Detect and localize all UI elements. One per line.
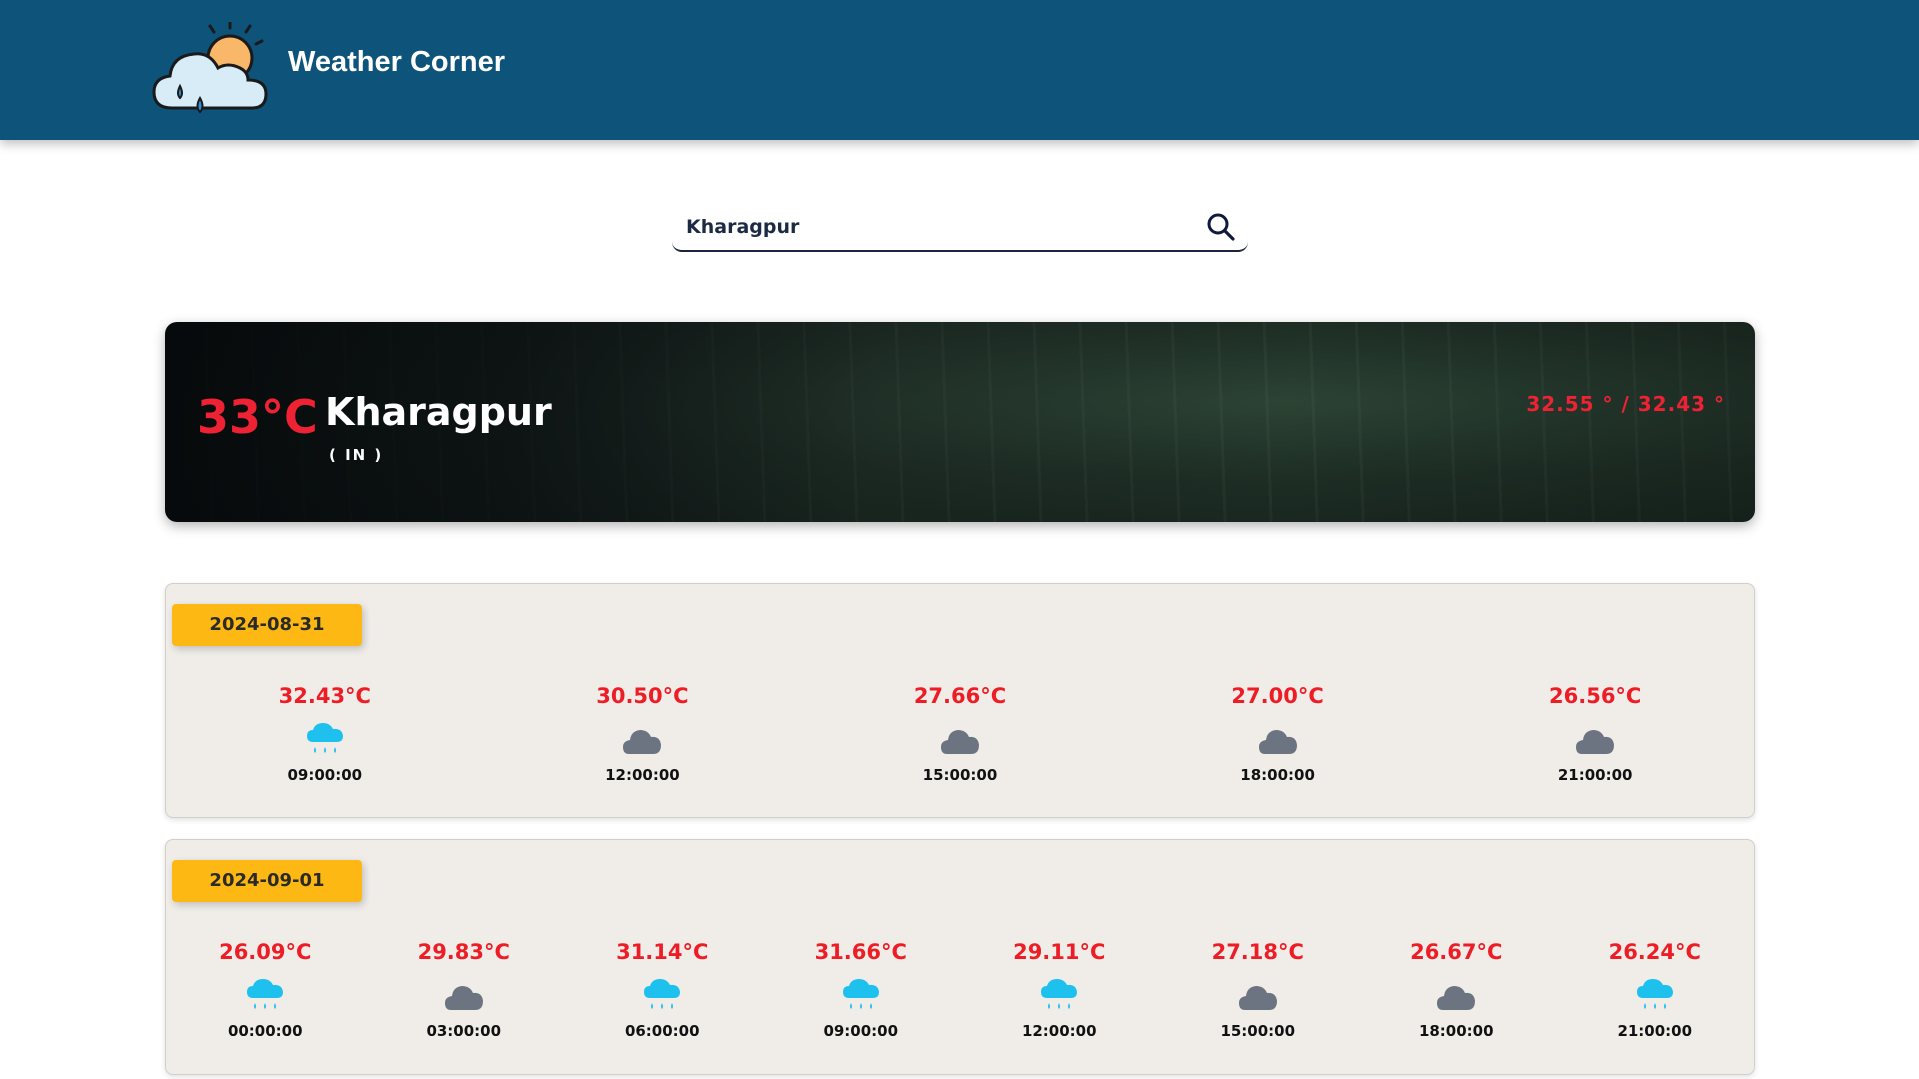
cloud-icon (1258, 730, 1297, 754)
slot-temperature: 27.66°C (913, 684, 1007, 708)
current-country: ( IN ) (329, 446, 384, 464)
forecast-slot: 32.43°C 09:00:00 (166, 684, 484, 784)
rain-cloud-icon (842, 979, 879, 1009)
slot-temperature: 26.09°C (219, 940, 312, 964)
app-title: Weather Corner (288, 46, 506, 78)
cloud-icon (623, 730, 662, 754)
cloud-icon (1238, 986, 1277, 1010)
slot-time: 00:00:00 (227, 1022, 303, 1040)
rain-cloud-icon (1041, 979, 1078, 1009)
cloud-icon (1437, 986, 1476, 1010)
cloud-sun-rain-icon (152, 22, 268, 114)
slot-temperature: 26.24°C (1608, 940, 1701, 964)
slot-temperature: 31.14°C (616, 940, 709, 964)
forecast-slots: 32.43°C 09:00:00 30.50°C 12:00:00 27.66°… (166, 684, 1754, 784)
slot-temperature: 31.66°C (814, 940, 907, 964)
forecast-slot: 31.14°C 06:00:00 (563, 940, 762, 1040)
slot-time: 06:00:00 (624, 1022, 700, 1040)
slot-temperature: 29.11°C (1013, 940, 1106, 964)
rain-cloud-icon (247, 979, 284, 1009)
forecast-slot: 26.09°C 00:00:00 (166, 940, 365, 1040)
forecast-slot: 27.66°C 15:00:00 (801, 684, 1119, 784)
forecast-slot: 30.50°C 12:00:00 (484, 684, 802, 784)
forecast-day-card: 2024-09-01 26.09°C 00:00:00 29.83°C 03:0… (165, 839, 1755, 1075)
forecast-slot: 29.11°C 12:00:00 (960, 940, 1159, 1040)
current-city: Kharagpur (325, 390, 552, 434)
slot-temperature: 29.83°C (417, 940, 510, 964)
slot-time: 15:00:00 (922, 766, 998, 784)
rain-cloud-icon (644, 979, 681, 1009)
slot-time: 18:00:00 (1418, 1022, 1494, 1040)
cloud-icon (444, 986, 483, 1010)
search-icon[interactable] (1204, 210, 1238, 244)
cloud-icon (1576, 730, 1615, 754)
search-bar (672, 202, 1248, 252)
forecast-slot: 26.24°C 21:00:00 (1556, 940, 1755, 1040)
slot-time: 09:00:00 (287, 766, 363, 784)
slot-time: 03:00:00 (426, 1022, 502, 1040)
slot-time: 09:00:00 (823, 1022, 899, 1040)
forecast-slot: 29.83°C 03:00:00 (365, 940, 564, 1040)
slot-time: 12:00:00 (605, 766, 680, 784)
search-input[interactable] (686, 210, 1166, 244)
rain-cloud-icon (306, 723, 343, 753)
forecast-slot: 31.66°C 09:00:00 (762, 940, 961, 1040)
slot-temperature: 27.18°C (1211, 940, 1304, 964)
current-weather-card: 33°C Kharagpur ( IN ) 32.55 ° / 32.43 ° (165, 322, 1755, 522)
cloud-icon (940, 730, 979, 754)
current-temperature: 33°C (197, 390, 318, 444)
forecast-day-card: 2024-08-31 32.43°C 09:00:00 30.50°C 12:0… (165, 583, 1755, 818)
slot-temperature: 30.50°C (596, 684, 689, 708)
slot-time: 21:00:00 (1617, 1022, 1693, 1040)
forecast-slot: 27.18°C 15:00:00 (1159, 940, 1358, 1040)
forecast-slot: 27.00°C 18:00:00 (1119, 684, 1437, 784)
slot-time: 15:00:00 (1220, 1022, 1296, 1040)
forecast-slot: 26.56°C 21:00:00 (1436, 684, 1754, 784)
slot-temperature: 26.56°C (1549, 684, 1642, 708)
slot-time: 21:00:00 (1557, 766, 1633, 784)
slot-time: 18:00:00 (1240, 766, 1315, 784)
slot-temperature: 26.67°C (1410, 940, 1503, 964)
forecast-slots: 26.09°C 00:00:00 29.83°C 03:00:00 31.14°… (166, 940, 1754, 1040)
forecast-slot: 26.67°C 18:00:00 (1357, 940, 1556, 1040)
rain-cloud-icon (1636, 979, 1673, 1009)
slot-temperature: 27.00°C (1231, 684, 1324, 708)
temperature-range: 32.55 ° / 32.43 ° (1526, 392, 1725, 416)
forecast-date-badge: 2024-08-31 (172, 604, 362, 646)
app-header: Weather Corner (0, 0, 1919, 140)
slot-temperature: 32.43°C (278, 684, 371, 708)
slot-time: 12:00:00 (1021, 1022, 1097, 1040)
forecast-date-badge: 2024-09-01 (172, 860, 362, 902)
